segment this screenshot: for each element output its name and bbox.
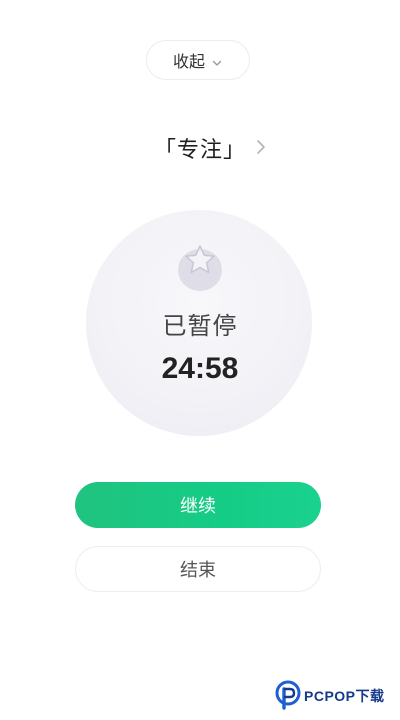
watermark: PCPOP下载 (274, 680, 398, 716)
timer-remaining: 24:58 (161, 352, 239, 385)
end-label: 结束 (180, 560, 216, 581)
continue-button[interactable]: 继续 (75, 482, 321, 528)
mode-title-row[interactable]: 「专注」 (0, 128, 400, 168)
timer-status: 已暂停 (162, 312, 238, 340)
watermark-text: PCPOP下载 (304, 688, 385, 704)
pcpop-logo (274, 680, 304, 710)
collapse-label: 收起 (172, 52, 205, 71)
collapse-button[interactable]: 收起 (146, 40, 250, 80)
end-button[interactable]: 结束 (75, 546, 321, 592)
chevron-down-icon (211, 54, 223, 66)
chevron-right-icon[interactable] (254, 138, 268, 156)
continue-label: 继续 (180, 496, 216, 517)
mode-title: 「专注」 (153, 138, 246, 163)
tomato-star-icon (176, 238, 224, 292)
